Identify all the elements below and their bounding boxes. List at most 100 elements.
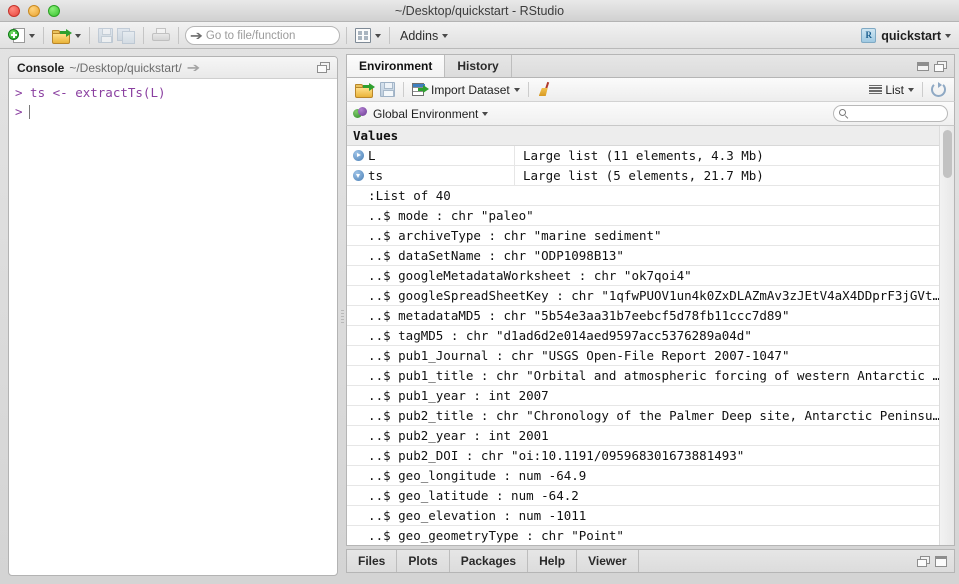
environment-scope-label[interactable]: Global Environment xyxy=(373,107,478,121)
toolbar-divider xyxy=(922,82,923,97)
detail-text: ..$ mode : chr "paleo" xyxy=(353,208,534,223)
bottom-right-pane: Files Plots Packages Help Viewer xyxy=(346,549,955,577)
list-item: :List of 40 xyxy=(347,186,939,206)
goto-placeholder: Go to file/function xyxy=(205,29,296,42)
console-title: Console xyxy=(17,60,65,75)
list-item: ..$ pub2_DOI : chr "oi:10.1191/095968301… xyxy=(347,446,939,466)
view-mode-button[interactable]: List xyxy=(866,80,917,100)
save-workspace-button[interactable] xyxy=(377,80,398,100)
maximize-pane-button[interactable] xyxy=(935,555,947,567)
addins-label: Addins xyxy=(400,28,439,43)
list-item: ..$ metadataMD5 : chr "5b54e3aa31b7eebcf… xyxy=(347,306,939,326)
console-input-line[interactable]: > xyxy=(15,102,331,121)
detail-text: ..$ geo_longitude : num -64.9 xyxy=(353,468,587,483)
main-toolbar: ➔ Go to file/function Addins R quickstar… xyxy=(0,22,959,49)
addins-button[interactable]: Addins xyxy=(396,25,450,47)
import-dataset-label: Import Dataset xyxy=(431,82,510,97)
print-button[interactable] xyxy=(150,25,172,47)
share-arrow-icon[interactable]: ➔ xyxy=(186,61,200,74)
tab-environment[interactable]: Environment xyxy=(347,55,446,77)
open-file-dropdown-icon[interactable] xyxy=(75,33,81,38)
console-maximize-button[interactable] xyxy=(317,62,330,73)
restore-pane-button[interactable] xyxy=(917,555,930,567)
tab-history[interactable]: History xyxy=(445,55,512,77)
environment-scope-dropdown-icon[interactable] xyxy=(482,111,489,116)
new-file-icon xyxy=(8,27,25,45)
console-header: Console ~/Desktop/quickstart/ ➔ xyxy=(9,57,337,79)
save-all-button[interactable] xyxy=(115,25,137,47)
environment-pane: Environment History Import Dataset List … xyxy=(346,54,955,546)
values-section-header: Values xyxy=(347,126,939,146)
pane-layout-dropdown-icon[interactable] xyxy=(375,33,381,38)
list-item: ..$ googleSpreadSheetKey : chr "1qfwPUOV… xyxy=(347,286,939,306)
chevron-down-icon[interactable] xyxy=(353,170,364,181)
tab-help[interactable]: Help xyxy=(528,550,578,572)
tab-viewer[interactable]: Viewer xyxy=(577,550,639,572)
bottom-tabbar: Files Plots Packages Help Viewer xyxy=(346,549,955,573)
load-workspace-button[interactable] xyxy=(352,80,377,100)
refresh-environment-button[interactable] xyxy=(928,80,949,100)
bottom-window-controls xyxy=(917,550,954,572)
environment-toolbar: Import Dataset List xyxy=(346,78,955,102)
new-file-button[interactable] xyxy=(6,25,37,47)
list-item: ..$ geo_geometryType : chr "Point" xyxy=(347,526,939,545)
environment-vertical-scrollbar[interactable] xyxy=(939,126,954,545)
project-selector[interactable]: R quickstart xyxy=(861,26,951,45)
chevron-right-icon[interactable] xyxy=(353,150,364,161)
tab-files[interactable]: Files xyxy=(347,550,398,572)
pane-layout-button[interactable] xyxy=(353,25,383,47)
variable-name-cell[interactable]: L xyxy=(347,145,515,166)
environment-toolbar-right: List xyxy=(866,80,949,100)
new-file-dropdown-icon[interactable] xyxy=(29,33,35,38)
list-item: ..$ geo_longitude : num -64.9 xyxy=(347,466,939,486)
scrollbar-thumb[interactable] xyxy=(943,130,952,178)
table-row[interactable]: ts Large list (5 elements, 21.7 Mb) xyxy=(347,165,939,186)
environment-search-input[interactable] xyxy=(833,105,948,122)
open-file-button[interactable] xyxy=(50,25,83,47)
import-dataset-icon xyxy=(412,83,429,96)
import-dataset-button[interactable]: Import Dataset xyxy=(409,80,523,100)
console-prompt: > xyxy=(15,104,23,119)
detail-text: ..$ dataSetName : chr "ODP1098B13" xyxy=(353,248,624,263)
environment-grid-wrap: Values L Large list (11 elements, 4.3 Mb… xyxy=(346,126,955,546)
console-output[interactable]: > ts <- extractTs(L) > xyxy=(9,79,337,121)
toolbar-divider xyxy=(143,27,144,44)
view-mode-label: List xyxy=(885,82,904,97)
project-dropdown-icon[interactable] xyxy=(945,33,951,38)
table-row[interactable]: L Large list (11 elements, 4.3 Mb) xyxy=(347,145,939,166)
list-item: ..$ pub1_Journal : chr "USGS Open-File R… xyxy=(347,346,939,366)
variable-value: Large list (11 elements, 4.3 Mb) xyxy=(523,148,764,163)
tab-plots[interactable]: Plots xyxy=(397,550,450,572)
minimize-pane-button[interactable] xyxy=(917,61,929,71)
print-icon xyxy=(152,28,170,43)
console-working-directory[interactable]: ~/Desktop/quickstart/ xyxy=(69,61,181,75)
detail-text: ..$ googleMetadataWorksheet : chr "ok7qo… xyxy=(353,268,692,283)
detail-text: ..$ geo_latitude : num -64.2 xyxy=(353,488,579,503)
list-item: ..$ tagMD5 : chr "d1ad6d2e014aed9597acc5… xyxy=(347,326,939,346)
toolbar-divider xyxy=(403,82,404,97)
list-item: ..$ dataSetName : chr "ODP1098B13" xyxy=(347,246,939,266)
import-dataset-dropdown-icon[interactable] xyxy=(513,87,520,92)
environment-grid: Values L Large list (11 elements, 4.3 Mb… xyxy=(347,126,939,545)
maximize-pane-button[interactable] xyxy=(934,60,947,72)
pane-splitter[interactable] xyxy=(341,310,344,324)
goto-file-function-input[interactable]: ➔ Go to file/function xyxy=(185,26,340,45)
clear-workspace-button[interactable] xyxy=(534,80,555,100)
toolbar-divider xyxy=(346,27,347,44)
broom-clear-icon xyxy=(537,81,552,97)
goto-arrow-icon: ➔ xyxy=(189,28,203,43)
toolbar-divider xyxy=(178,27,179,44)
globe-environment-icon xyxy=(353,107,367,120)
console-text-caret xyxy=(28,104,30,119)
list-item: ..$ googleMetadataWorksheet : chr "ok7qo… xyxy=(347,266,939,286)
view-mode-dropdown-icon[interactable] xyxy=(908,87,914,92)
detail-text: ..$ metadataMD5 : chr "5b54e3aa31b7eebcf… xyxy=(353,308,790,323)
addins-dropdown-icon[interactable] xyxy=(442,33,449,38)
tab-packages[interactable]: Packages xyxy=(450,550,529,572)
save-all-icon xyxy=(117,27,135,44)
save-icon xyxy=(98,28,113,43)
save-button[interactable] xyxy=(96,25,115,47)
variable-name-cell[interactable]: ts xyxy=(347,165,515,186)
toolbar-divider xyxy=(43,27,44,44)
toolbar-divider xyxy=(527,82,529,97)
